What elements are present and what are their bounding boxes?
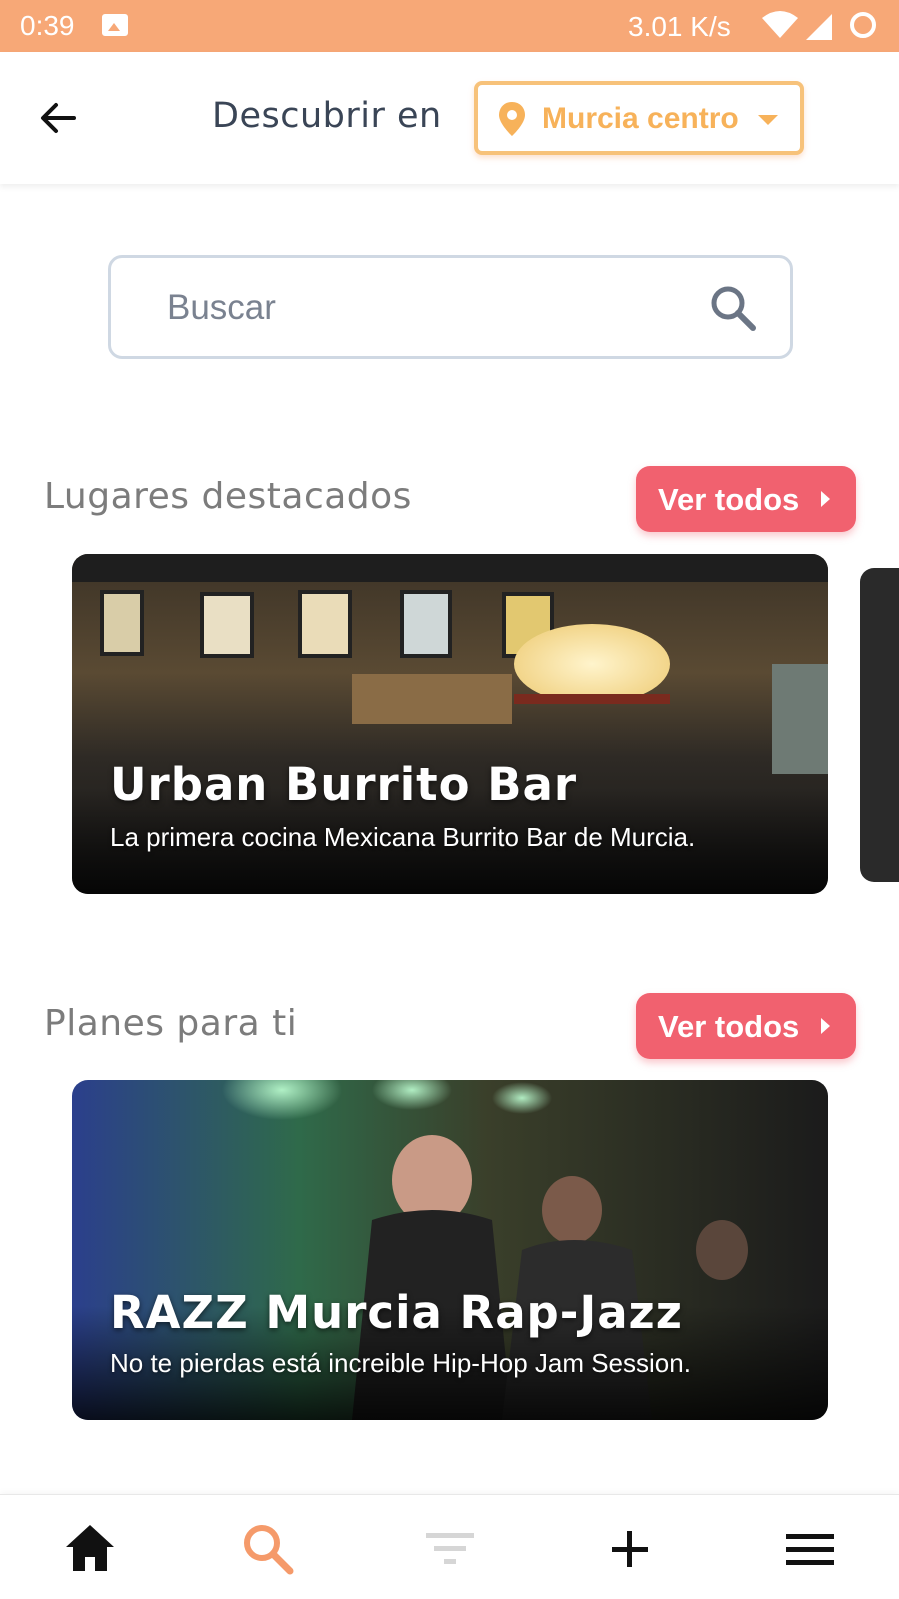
plus-icon[interactable] — [600, 1519, 660, 1579]
card-subtitle: La primera cocina Mexicana Burrito Bar d… — [110, 822, 696, 852]
chevron-right-icon — [821, 491, 830, 507]
see-all-label: Ver todos — [658, 482, 800, 517]
see-all-featured-button[interactable]: Ver todos — [636, 466, 856, 532]
featured-place-card[interactable]: Urban Burrito Bar La primera cocina Mexi… — [72, 554, 828, 894]
section-title-featured: Lugares destacados — [44, 476, 412, 517]
sync-icon — [850, 12, 876, 38]
status-time: 0:39 — [20, 10, 75, 41]
card-subtitle: No te pierdas está increible Hip-Hop Jam… — [110, 1348, 691, 1378]
location-pin-icon — [499, 102, 525, 136]
search-input[interactable] — [167, 280, 687, 336]
location-label: Murcia centro — [542, 102, 739, 135]
location-dropdown[interactable]: Murcia centro — [474, 81, 804, 155]
top-header: Descubrir en Murcia centro — [0, 52, 899, 184]
gallery-notification-icon — [102, 14, 128, 36]
search-box[interactable] — [108, 255, 793, 359]
bottom-navigation — [0, 1494, 899, 1599]
filter-icon[interactable] — [420, 1519, 480, 1579]
card-title: RAZZ Murcia Rap-Jazz — [110, 1286, 683, 1339]
home-icon[interactable] — [60, 1519, 120, 1579]
network-speed: 3.01 K/s — [628, 11, 731, 42]
status-bar: 0:39 3.01 K/s — [0, 0, 899, 52]
section-title-plans: Planes para ti — [44, 1003, 298, 1044]
back-arrow-icon[interactable] — [34, 94, 82, 142]
see-all-plans-button[interactable]: Ver todos — [636, 993, 856, 1059]
see-all-label: Ver todos — [658, 1009, 800, 1044]
chevron-right-icon — [821, 1018, 830, 1034]
menu-icon[interactable] — [780, 1519, 840, 1579]
wifi-icon — [762, 11, 798, 38]
card-title: Urban Burrito Bar — [110, 758, 578, 811]
chevron-down-icon — [758, 115, 778, 125]
signal-icon — [806, 14, 832, 40]
search-icon[interactable] — [238, 1519, 298, 1579]
plan-card[interactable]: RAZZ Murcia Rap-Jazz No te pierdas está … — [72, 1080, 828, 1420]
page-title: Descubrir en — [212, 96, 442, 136]
next-card-peek[interactable] — [860, 568, 899, 882]
search-icon[interactable] — [709, 284, 759, 334]
